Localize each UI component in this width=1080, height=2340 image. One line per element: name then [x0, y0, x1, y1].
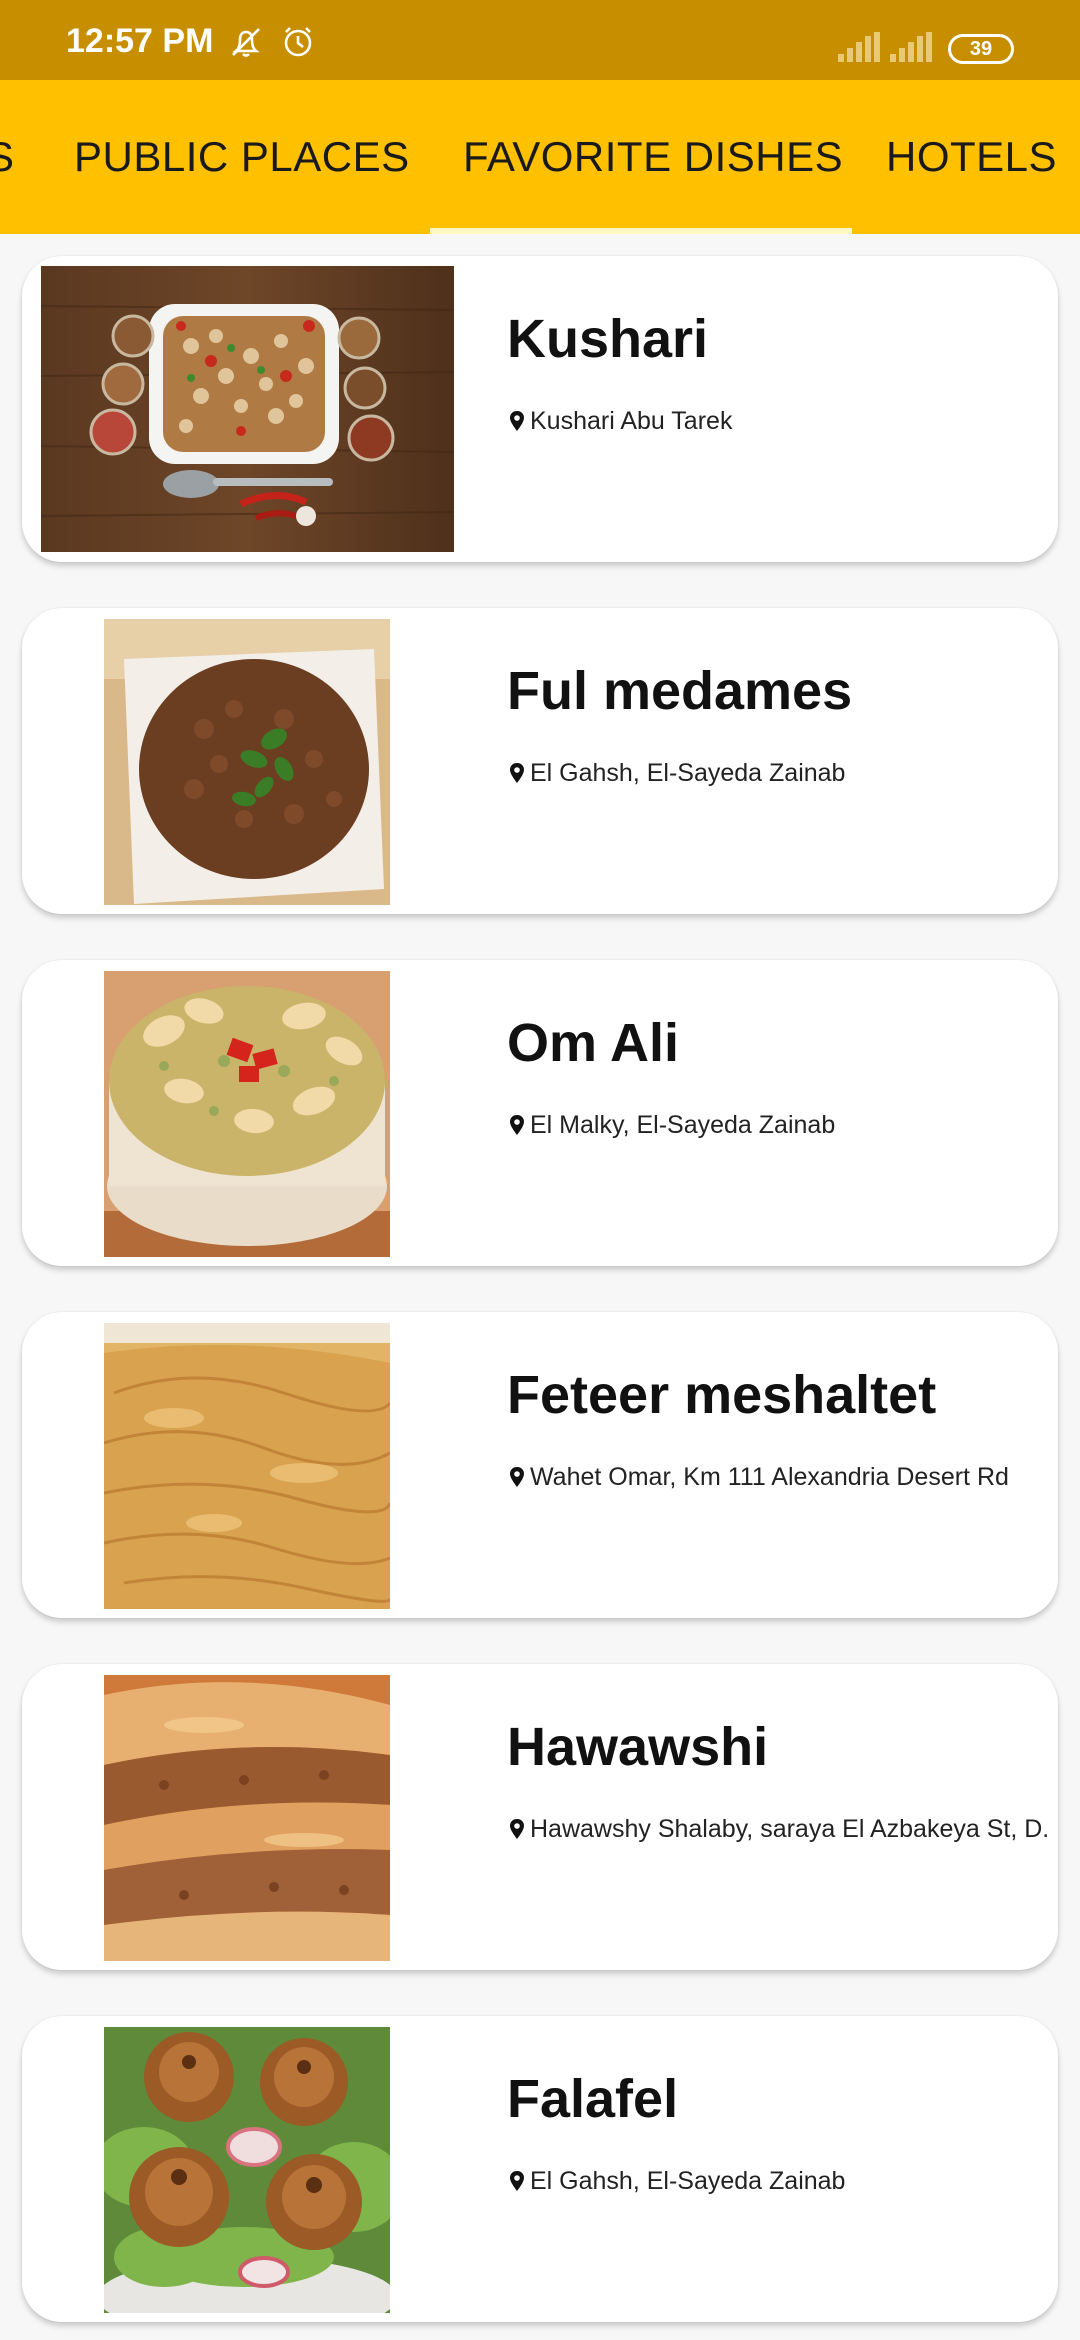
dish-image-kushari: [41, 266, 454, 552]
dish-card-falafel[interactable]: Falafel El Gahsh, El-Sayeda Zainab: [22, 2016, 1058, 2322]
location-pin-icon: [510, 763, 524, 783]
dish-location-text: Wahet Omar, Km 111 Alexandria Desert Rd: [530, 1462, 1009, 1491]
tab-bar: S PUBLIC PLACES FAVORITE DISHES HOTELS: [0, 80, 1080, 234]
dish-location-text: El Gahsh, El-Sayeda Zainab: [530, 2166, 846, 2195]
dish-image-feteer-meshaltet: [104, 1323, 390, 1609]
tab-public-places[interactable]: PUBLIC PLACES: [74, 80, 410, 234]
dish-card-feteer-meshaltet[interactable]: Feteer meshaltet Wahet Omar, Km 111 Alex…: [22, 1312, 1058, 1618]
location-pin-icon: [510, 411, 524, 431]
dish-title: Kushari: [507, 309, 709, 369]
location-pin-icon: [510, 1819, 524, 1839]
dish-location-text: Hawawshy Shalaby, saraya El Azbakeya St,…: [530, 1814, 1048, 1843]
tab-hotels[interactable]: HOTELS: [886, 80, 1057, 234]
location-pin-icon: [510, 1115, 524, 1135]
dish-location: El Gahsh, El-Sayeda Zainab: [508, 2164, 1048, 2198]
location-pin-icon: [510, 1467, 524, 1487]
dish-location: El Malky, El-Sayeda Zainab: [508, 1108, 1048, 1142]
dish-title: Om Ali: [507, 1013, 680, 1073]
selected-tab-indicator: [430, 228, 852, 234]
dish-location: El Gahsh, El-Sayeda Zainab: [508, 756, 1048, 790]
alarm-clock-icon: [284, 27, 312, 57]
dish-card-om-ali[interactable]: Om Ali El Malky, El-Sayeda Zainab: [22, 960, 1058, 1266]
dish-location-text: El Malky, El-Sayeda Zainab: [530, 1110, 836, 1139]
dish-title: Falafel: [507, 2069, 679, 2129]
status-bar: 12:57 PM 39: [0, 0, 1080, 80]
dish-image-hawawshi: [104, 1675, 390, 1961]
dish-image-om-ali: [104, 971, 390, 1257]
dish-card-kushari[interactable]: Kushari Kushari Abu Tarek: [22, 256, 1058, 562]
tab-partial[interactable]: S: [0, 80, 15, 234]
location-pin-icon: [510, 2171, 524, 2191]
status-time: 12:57 PM: [66, 22, 214, 60]
tab-favorite-dishes[interactable]: FAVORITE DISHES: [463, 80, 843, 234]
signal-icon: [890, 32, 932, 62]
muted-alarm-icon: [232, 28, 260, 57]
dish-card-ful-medames[interactable]: Ful medames El Gahsh, El-Sayeda Zainab: [22, 608, 1058, 914]
dish-location-text: Kushari Abu Tarek: [530, 406, 733, 435]
dish-image-falafel: [104, 2027, 390, 2313]
dish-title: Feteer meshaltet: [507, 1365, 937, 1425]
dish-location-text: El Gahsh, El-Sayeda Zainab: [530, 758, 846, 787]
dish-location: Wahet Omar, Km 111 Alexandria Desert Rd: [508, 1460, 1048, 1494]
dish-title: Ful medames: [507, 661, 853, 721]
dish-card-hawawshi[interactable]: Hawawshi Hawawshy Shalaby, saraya El Azb…: [22, 1664, 1058, 1970]
dish-title: Hawawshi: [507, 1717, 769, 1777]
dish-image-ful-medames: [104, 619, 390, 905]
signal-icon: [838, 32, 880, 62]
dish-location: Kushari Abu Tarek: [508, 404, 1048, 438]
battery-icon: 39: [948, 34, 1014, 64]
dish-location: Hawawshy Shalaby, saraya El Azbakeya St,…: [508, 1812, 1048, 1846]
